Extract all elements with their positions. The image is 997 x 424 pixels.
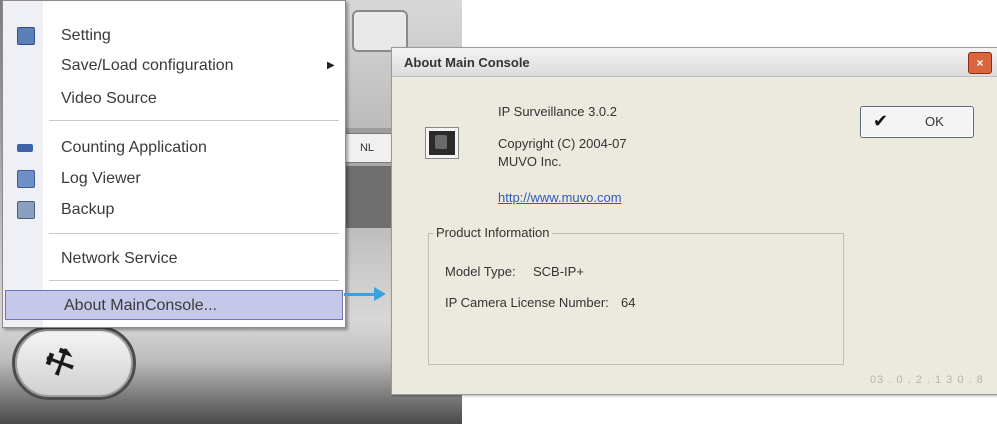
- close-button[interactable]: ×: [968, 52, 992, 74]
- ok-button[interactable]: ✔ OK: [860, 106, 974, 138]
- product-information-group: Product Information Model Type: SCB-IP+ …: [428, 225, 844, 365]
- counting-icon: [17, 144, 33, 152]
- website-link[interactable]: http://www.muvo.com: [498, 190, 622, 205]
- product-name: IP Surveillance 3.0.2: [498, 104, 617, 119]
- submenu-arrow-icon: ▶: [327, 60, 335, 71]
- group-title: Product Information: [433, 225, 553, 240]
- background-button[interactable]: NL: [340, 133, 394, 163]
- about-dialog: About Main Console × IP Surveillance 3.0…: [391, 47, 997, 395]
- hammer-icon: ⚒: [38, 339, 83, 387]
- backup-icon: [17, 201, 35, 219]
- menu-item-setting[interactable]: Setting: [3, 21, 345, 51]
- menu-item-video-source[interactable]: Video Source: [3, 84, 345, 114]
- menu-item-log-viewer[interactable]: Log Viewer: [3, 164, 345, 194]
- application-icon: [425, 127, 459, 159]
- version-footer: 03 . 0 . 2 . 1 3 0 . 8: [870, 374, 984, 386]
- menu-item-label: Network Service: [61, 250, 178, 267]
- company-name: MUVO Inc.: [498, 154, 562, 169]
- license-value: 64: [621, 295, 636, 310]
- dialog-title: About Main Console: [404, 55, 530, 70]
- menu-separator: [49, 120, 339, 121]
- context-menu: Setting Save/Load configuration ▶ Video …: [2, 0, 346, 328]
- menu-item-label: Log Viewer: [61, 170, 141, 187]
- close-icon: ×: [976, 56, 984, 70]
- menu-item-label: Setting: [61, 27, 111, 44]
- checkmark-icon: ✔: [873, 111, 889, 131]
- menu-item-label: About MainConsole...: [64, 297, 217, 314]
- arrow-connector: [344, 293, 378, 296]
- copyright-text: Copyright (C) 2004-07: [498, 136, 627, 151]
- arrow-head-icon: [374, 287, 386, 301]
- menu-separator: [49, 280, 339, 281]
- menu-item-label: Counting Application: [61, 139, 207, 156]
- menu-item-about-mainconsole[interactable]: About MainConsole...: [5, 290, 343, 320]
- menu-item-label: Backup: [61, 201, 115, 218]
- model-type-label: Model Type:: [445, 264, 516, 279]
- menu-item-label: Save/Load configuration: [61, 57, 234, 74]
- tools-button[interactable]: ⚒: [12, 326, 136, 400]
- ok-button-label: OK: [925, 114, 944, 129]
- menu-item-network-service[interactable]: Network Service: [3, 244, 345, 274]
- menu-item-backup[interactable]: Backup: [3, 195, 345, 225]
- background-slot: [352, 10, 408, 52]
- dialog-titlebar[interactable]: About Main Console ×: [392, 48, 997, 77]
- log-viewer-icon: [17, 170, 35, 188]
- menu-item-save-load-configuration[interactable]: Save/Load configuration ▶: [3, 51, 345, 81]
- menu-separator: [49, 233, 339, 234]
- model-type-value: SCB-IP+: [533, 264, 584, 279]
- menu-item-counting-application[interactable]: Counting Application: [3, 133, 345, 163]
- setting-icon: [17, 27, 35, 45]
- license-label: IP Camera License Number:: [445, 295, 609, 310]
- menu-item-label: Video Source: [61, 90, 157, 107]
